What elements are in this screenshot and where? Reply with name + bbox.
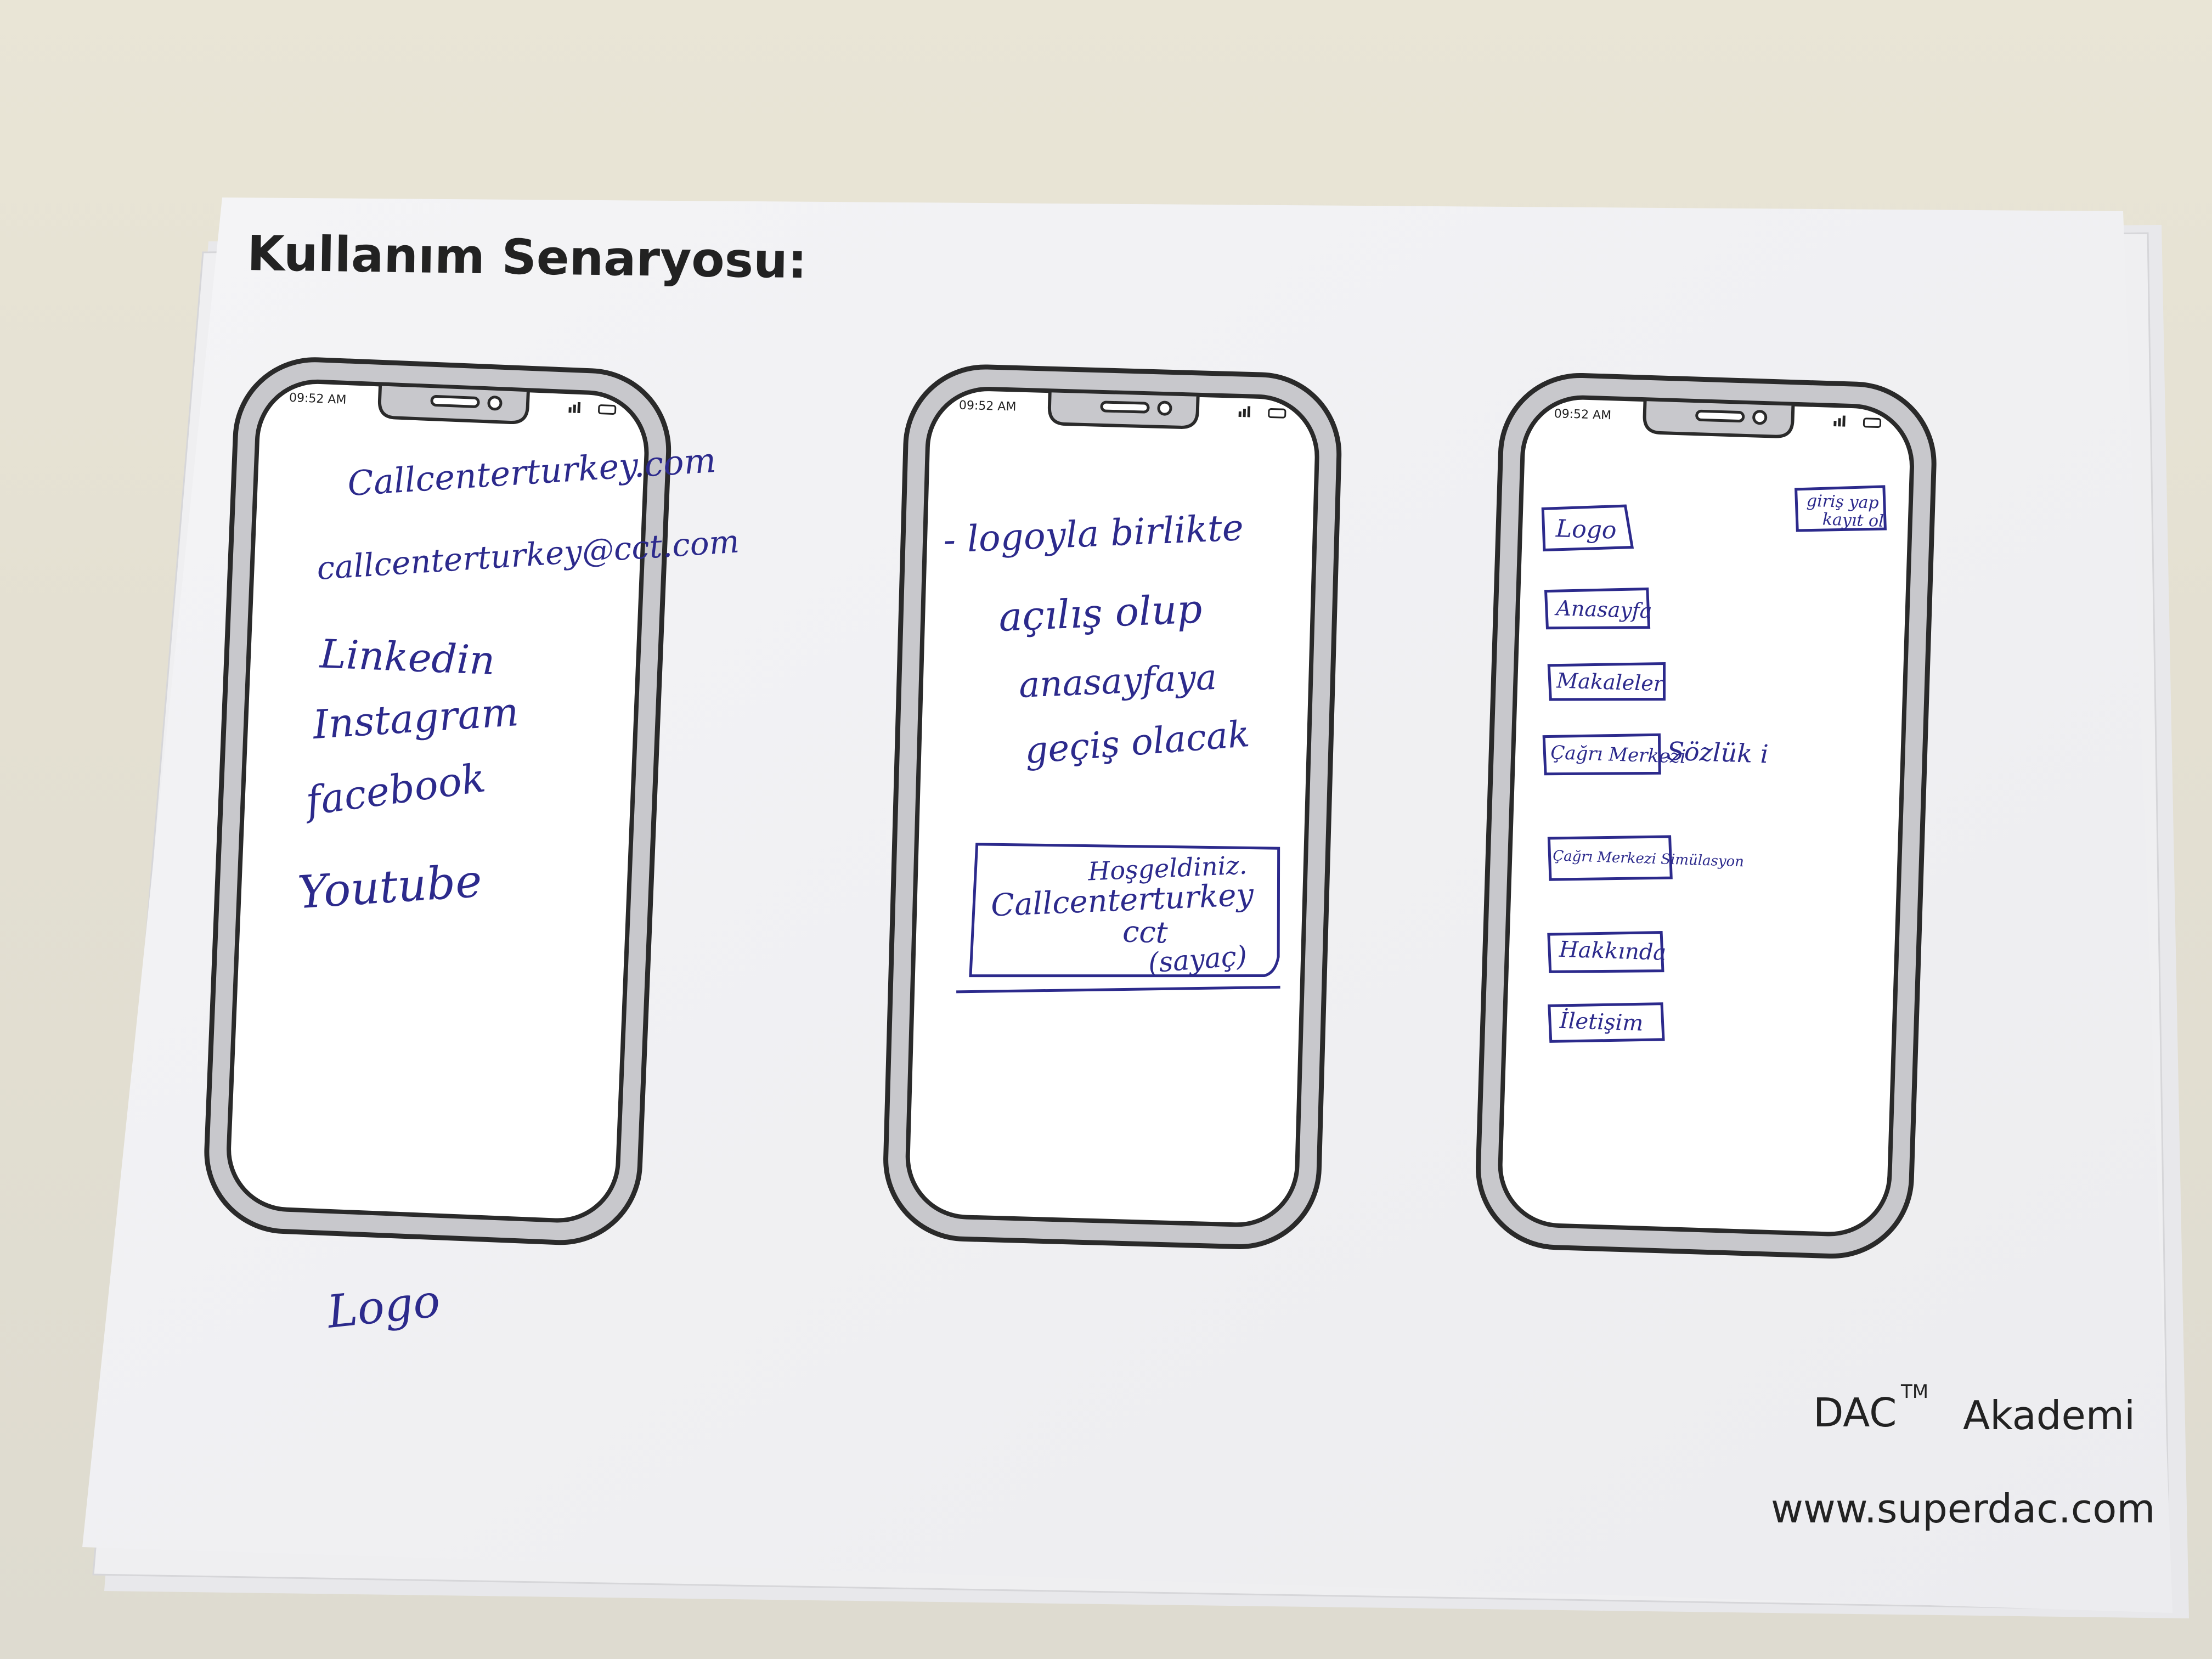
phone-mockup-3: 09:52 AM Logo giriş yap kayıt ol Anasayf… <box>1476 373 1937 1259</box>
box-line: cct <box>1122 914 1168 950</box>
menu-item-cagri-merkezi: Çağrı Merkezi <box>1550 742 1686 768</box>
sheet-title: Kullanım Senaryosu: <box>247 225 808 289</box>
status-time: 09:52 AM <box>1554 407 1611 422</box>
svg-text:Logo: Logo <box>1555 515 1617 544</box>
menu-item-makaleler: Makaleler <box>1556 668 1666 696</box>
status-time: 09:52 AM <box>959 399 1017 414</box>
menu-item-hakkinda: Hakkında <box>1558 937 1667 966</box>
website: www.superdac.com <box>1771 1486 2155 1532</box>
brand-suffix: Akademi <box>1963 1392 2135 1438</box>
svg-text:giriş yap: giriş yap <box>1806 491 1879 512</box>
photo-scene: Kullanım Senaryosu: 09:52 AM Callcentert… <box>82 198 2189 1618</box>
hand-line: Linkedin <box>318 630 496 684</box>
status-time: 09:52 AM <box>289 391 347 407</box>
phone-mockup-2: 09:52 AM - logoyla birlikte açılış olup … <box>883 364 1342 1249</box>
hand-line: açılış olup <box>998 585 1203 640</box>
svg-text:kayıt ol: kayıt ol <box>1822 510 1884 531</box>
menu-side-note: Sözlük i <box>1667 736 1769 769</box>
hand-line: anasayfaya <box>1018 657 1218 706</box>
brand-name: DAC <box>1813 1390 1897 1436</box>
brand-tm: TM <box>1900 1381 1928 1403</box>
menu-item-iletisim: İletişim <box>1559 1008 1644 1036</box>
menu-item-anasayfa: Anasayfa <box>1554 596 1652 623</box>
